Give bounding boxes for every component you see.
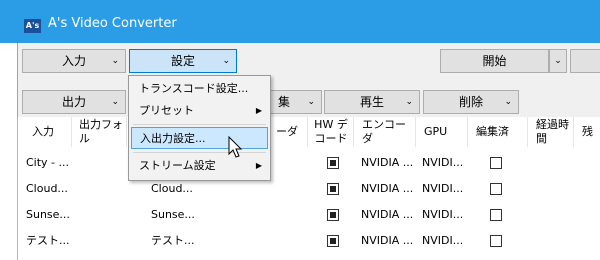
menu-item-label: 入出力設定...: [140, 132, 206, 145]
column-header-output-folder[interactable]: 出力フォル: [73, 117, 127, 147]
start-dropdown-button[interactable]: ⌄: [549, 49, 567, 73]
output-button[interactable]: 出力 ⌄: [22, 90, 126, 114]
cell-encoder: NVIDIA ...: [361, 234, 414, 247]
mouse-cursor-icon: [228, 136, 243, 158]
menu-item-io-settings[interactable]: 入出力設定...: [131, 127, 268, 149]
cell-encoder: NVIDIA ...: [361, 208, 414, 221]
toolbar-button-right[interactable]: [570, 49, 600, 73]
chevron-down-icon: ⌄: [111, 56, 119, 66]
hw-decode-checkbox[interactable]: [327, 183, 339, 195]
hw-decode-checkbox[interactable]: [327, 235, 339, 247]
column-header-hw-decode[interactable]: HW デコード: [309, 117, 354, 147]
menu-item-label: プリセット: [139, 104, 194, 117]
edited-checkbox[interactable]: [490, 209, 502, 221]
cell-input: Cloud...: [26, 182, 68, 195]
settings-button-label: 設定: [170, 54, 195, 68]
output-button-label: 出力: [61, 95, 86, 109]
submenu-arrow-icon: ▶: [255, 106, 262, 115]
input-button[interactable]: 入力 ⌄: [22, 49, 126, 73]
cell-input: テスト...: [26, 234, 70, 247]
column-header-edited[interactable]: 編集済: [470, 117, 528, 147]
column-header-gpu[interactable]: GPU: [418, 117, 468, 147]
delete-button[interactable]: 削除 ⌄: [423, 90, 519, 114]
input-button-label: 入力: [61, 54, 86, 68]
cell-gpu: NVIDI...: [422, 234, 464, 247]
chevron-down-icon: ⌄: [111, 97, 119, 107]
play-button[interactable]: 再生 ⌄: [324, 90, 420, 114]
table-left-border: [17, 117, 18, 260]
cell-gpu: NVIDI...: [422, 208, 464, 221]
start-button-label: 開始: [482, 54, 507, 68]
menu-item-label: ストリーム設定: [139, 159, 216, 172]
cell-input: City - ...: [26, 156, 70, 169]
menu-item-preset[interactable]: プリセット ▶: [131, 100, 268, 122]
edited-checkbox[interactable]: [490, 235, 502, 247]
chevron-down-icon: ⌄: [222, 56, 230, 66]
edited-checkbox[interactable]: [490, 183, 502, 195]
column-header-decoder[interactable]: ーダ: [270, 117, 308, 147]
cell-gpu: NVIDI...: [422, 182, 464, 195]
cell-input: Sunse...: [26, 208, 70, 221]
settings-button[interactable]: 設定 ⌄: [129, 49, 237, 73]
menu-item-transcode-settings[interactable]: トランスコード設定...: [131, 78, 268, 100]
cell-encoder: NVIDIA ...: [361, 156, 414, 169]
delete-button-label: 削除: [458, 95, 483, 109]
edit-button-label: 集: [277, 95, 290, 109]
submenu-arrow-icon: ▶: [255, 161, 262, 170]
start-button[interactable]: 開始: [440, 49, 549, 73]
hw-decode-checkbox[interactable]: [327, 209, 339, 221]
cell-output: Sunse...: [151, 208, 195, 221]
column-header-elapsed[interactable]: 経過時間: [530, 117, 574, 147]
title-bar: A's A's Video Converter: [0, 0, 600, 43]
column-header-input[interactable]: 入力: [26, 117, 72, 147]
window-title: A's Video Converter: [48, 16, 177, 31]
cell-output: テスト...: [151, 234, 195, 247]
play-button-label: 再生: [359, 95, 384, 109]
column-header-remaining[interactable]: 残: [576, 117, 600, 147]
hw-decode-checkbox[interactable]: [327, 157, 339, 169]
app-logo-icon: A's: [24, 19, 41, 33]
cell-gpu: NVIDI...: [422, 156, 464, 169]
menu-separator: [133, 124, 266, 125]
edited-checkbox[interactable]: [490, 157, 502, 169]
chevron-down-icon: ⌄: [504, 97, 512, 107]
menu-item-stream-settings[interactable]: ストリーム設定 ▶: [131, 155, 268, 177]
cell-encoder: NVIDIA ...: [361, 182, 414, 195]
menu-item-label: トランスコード設定...: [139, 82, 249, 95]
cell-output: Cloud...: [151, 182, 193, 195]
chevron-down-icon: ⌄: [307, 97, 315, 107]
settings-dropdown-menu: トランスコード設定... プリセット ▶ 入出力設定... ストリーム設定 ▶: [128, 75, 271, 181]
chevron-down-icon: ⌄: [405, 97, 413, 107]
menu-separator: [133, 152, 266, 153]
column-header-encoder[interactable]: エンコーダ: [356, 117, 416, 147]
